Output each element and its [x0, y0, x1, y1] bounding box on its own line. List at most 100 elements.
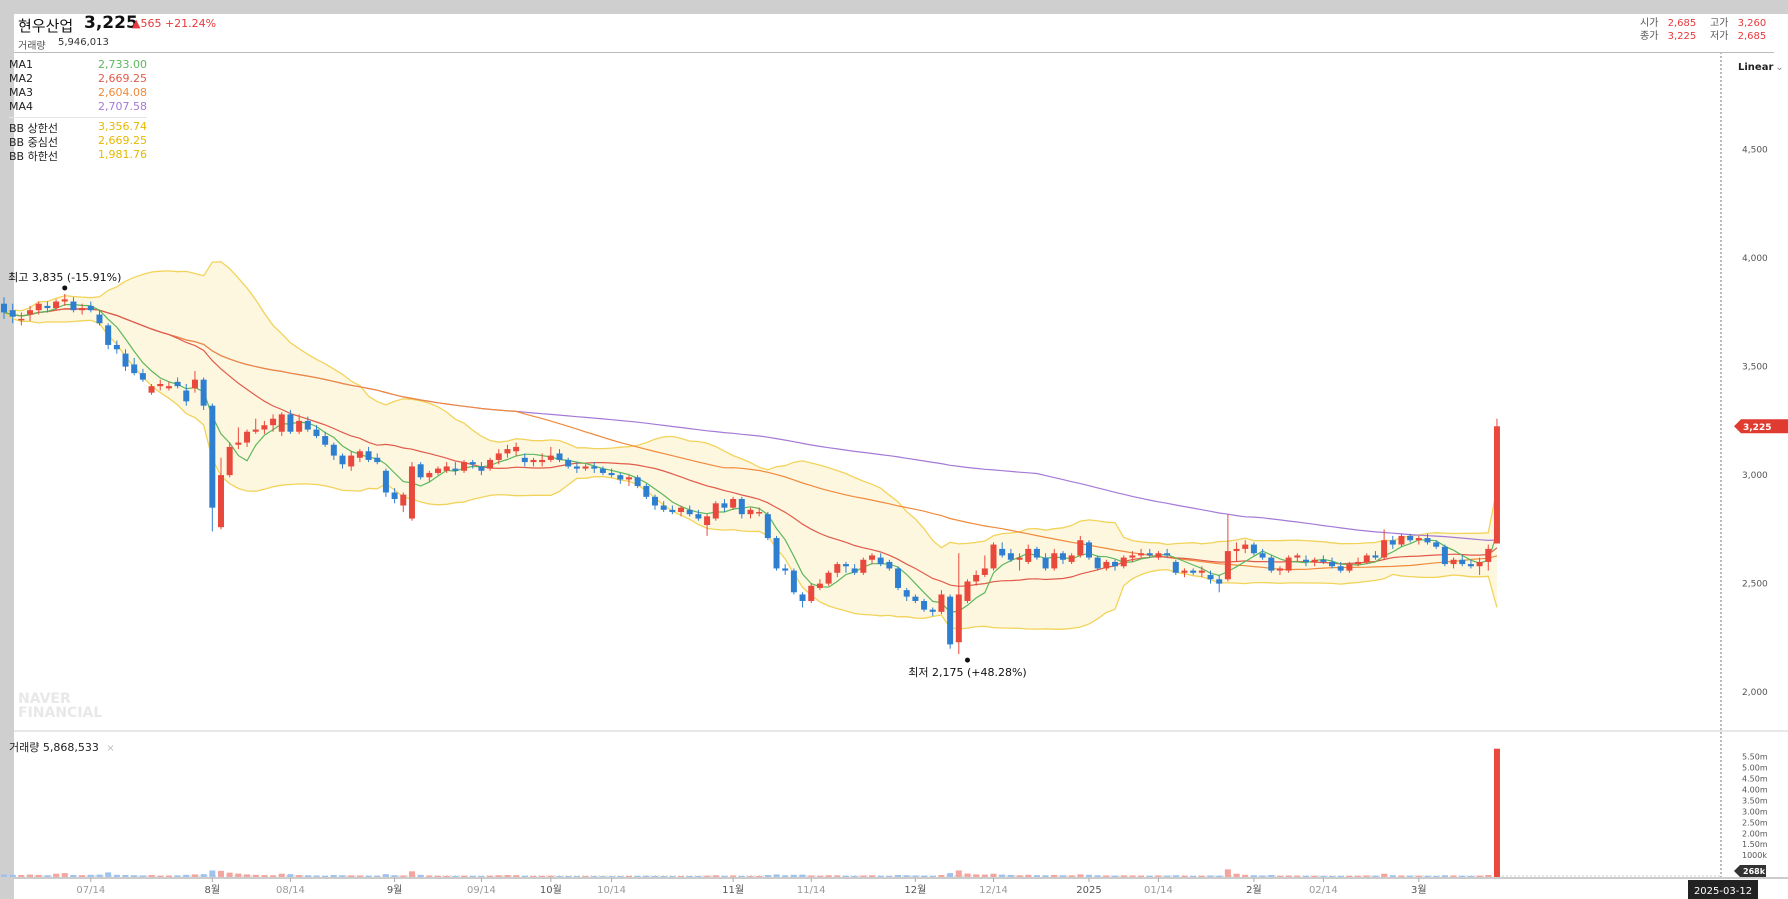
legend-row[interactable]: BB 하한선 1,981.76	[9, 148, 147, 163]
volume-bar	[330, 875, 337, 877]
volume-bar	[947, 873, 954, 877]
candle-body	[218, 475, 224, 528]
legend-value: 2,733.00	[98, 58, 147, 71]
legend-row[interactable]: MA4 2,707.58	[9, 100, 147, 114]
volume-bar	[756, 875, 763, 877]
volume-bar	[851, 875, 858, 877]
legend-row[interactable]: MA2 2,669.25	[9, 72, 147, 86]
candle	[773, 535, 780, 571]
candle-body	[860, 559, 867, 573]
annotation-marker	[62, 285, 68, 291]
candle-body	[634, 477, 641, 486]
y-tick-label: 2,000	[1742, 688, 1768, 698]
volume-bar	[96, 874, 103, 877]
ohlc-low: 저가 2,685	[1710, 31, 1767, 42]
candle-body	[1233, 548, 1240, 552]
price-chart[interactable]: NAVER FINANCIAL 최고 3,835 (-15.91%) 최저 2,1…	[0, 0, 1788, 899]
volume-bar	[1259, 875, 1266, 877]
volume-bar	[35, 874, 42, 877]
stock-header: 현우산업 3,225 ▲565 +21.24% 거래량 5,946,013 시가…	[14, 13, 1774, 53]
candle-body	[938, 594, 945, 612]
volume-bar	[44, 875, 51, 877]
volume-bar	[1355, 875, 1362, 877]
candle	[947, 594, 954, 649]
candle-body	[678, 507, 685, 513]
candle-body	[704, 516, 711, 526]
volume-bar	[1007, 875, 1014, 877]
volume-bar	[356, 875, 363, 877]
candle-body	[1198, 570, 1205, 573]
volume-panel-title: 거래량	[9, 741, 40, 754]
legend-row[interactable]: BB 중심선 2,669.25	[9, 134, 147, 149]
candle-body	[374, 457, 381, 463]
candle-body	[1112, 561, 1119, 567]
volume-bar	[1207, 875, 1214, 877]
legend-value: 2,604.08	[98, 86, 147, 99]
candle-body	[1346, 564, 1353, 571]
candle-body	[183, 390, 190, 402]
candle-body	[304, 420, 311, 430]
volume-bar	[1389, 875, 1396, 877]
volume-bar	[18, 875, 25, 877]
annotation-label: 최고 3,835 (-15.91%)	[8, 271, 121, 284]
legend-row[interactable]: MA3 2,604.08	[9, 86, 147, 100]
volume-bar	[1242, 874, 1249, 877]
volume-bar	[625, 875, 632, 877]
close-icon[interactable]: ×	[106, 743, 114, 754]
volume-bar	[556, 875, 563, 877]
candle-body	[1138, 553, 1145, 556]
candle-body	[1146, 553, 1153, 556]
candle-body	[869, 555, 875, 560]
legend-label: MA1	[9, 58, 34, 71]
candle-body	[773, 538, 780, 569]
volume-tick-label: 5.00m	[1742, 764, 1768, 773]
volume-bar	[695, 875, 702, 877]
candle-body	[1181, 570, 1188, 573]
x-tick-label: 10/14	[597, 885, 626, 896]
volume-bar	[1077, 874, 1084, 877]
candle-body	[990, 544, 997, 569]
candle	[200, 377, 207, 411]
x-tick-label: 9월	[387, 884, 403, 896]
candle-body	[1363, 555, 1370, 562]
candle-body	[964, 581, 971, 601]
candle-body	[921, 600, 928, 610]
volume-bar	[70, 875, 77, 877]
volume-bar	[9, 874, 16, 877]
candle-body	[1190, 570, 1197, 573]
candle-body	[1172, 561, 1179, 573]
candle-body	[1016, 557, 1023, 560]
volume-bar	[53, 873, 60, 877]
volume-bar	[1181, 875, 1188, 877]
volume-bar	[808, 875, 815, 877]
candle-body	[35, 303, 42, 311]
volume-bar	[1233, 873, 1240, 877]
candle-body	[1294, 555, 1301, 558]
scale-toggle-button[interactable]: Linear ⌄	[1738, 62, 1784, 73]
volume-bar	[339, 875, 346, 877]
candle-body	[452, 468, 459, 471]
candle-body	[539, 459, 546, 463]
volume-bar	[704, 875, 711, 877]
legend-row[interactable]: MA1 2,733.00	[9, 58, 147, 72]
volume-bar	[1407, 875, 1414, 877]
candle-body	[1467, 564, 1474, 567]
candle	[417, 462, 424, 480]
candle-body	[1355, 561, 1362, 565]
volume-bar	[1216, 875, 1223, 877]
volume-bar	[296, 875, 303, 877]
candle-body	[530, 459, 537, 463]
candle-body	[287, 414, 294, 432]
volume-bar	[678, 876, 685, 877]
legend-row[interactable]: BB 상한선 3,356.74	[9, 120, 147, 135]
candle-body	[947, 596, 954, 645]
candle-body	[973, 574, 980, 582]
candle-body	[617, 475, 624, 480]
bollinger-band	[3, 261, 1498, 630]
volume-label: 거래량	[18, 41, 46, 52]
candle-body	[1103, 561, 1110, 569]
volume-bar	[1441, 875, 1448, 877]
candle-body	[105, 325, 112, 345]
volume-bar	[877, 875, 884, 877]
volume-bar	[964, 873, 971, 877]
